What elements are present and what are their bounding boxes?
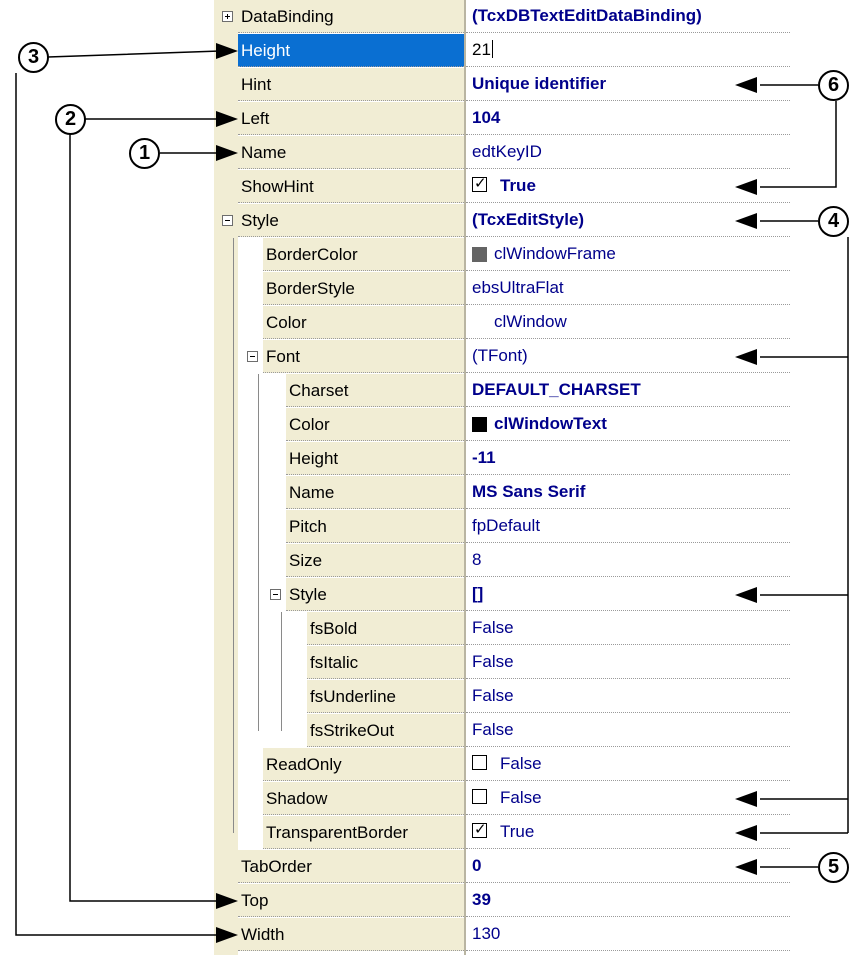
annotation-overlay xyxy=(15,43,849,943)
callout-4: 4 xyxy=(818,206,849,237)
callout-4-connector xyxy=(760,220,849,834)
arrow-left-icon xyxy=(735,213,757,229)
arrow-right-icon xyxy=(216,893,238,909)
arrow-right-icon xyxy=(216,43,238,59)
callout-6-connector xyxy=(760,84,837,188)
callout-3-connector xyxy=(15,50,221,936)
arrow-left-icon xyxy=(735,859,757,875)
callout-3: 3 xyxy=(18,42,49,73)
arrow-right-icon xyxy=(216,927,238,943)
arrow-right-icon xyxy=(216,145,238,161)
arrow-left-icon xyxy=(735,587,757,603)
callout-2: 2 xyxy=(55,104,86,135)
arrow-right-icon xyxy=(216,111,238,127)
arrow-left-icon xyxy=(735,179,757,195)
callout-1: 1 xyxy=(129,138,160,169)
arrow-left-icon xyxy=(735,349,757,365)
arrow-left-icon xyxy=(735,791,757,807)
callout-6: 6 xyxy=(818,70,849,101)
callout-5: 5 xyxy=(818,852,849,883)
arrow-left-icon xyxy=(735,825,757,841)
arrow-left-icon xyxy=(735,77,757,93)
callout-2-connector xyxy=(69,118,220,902)
